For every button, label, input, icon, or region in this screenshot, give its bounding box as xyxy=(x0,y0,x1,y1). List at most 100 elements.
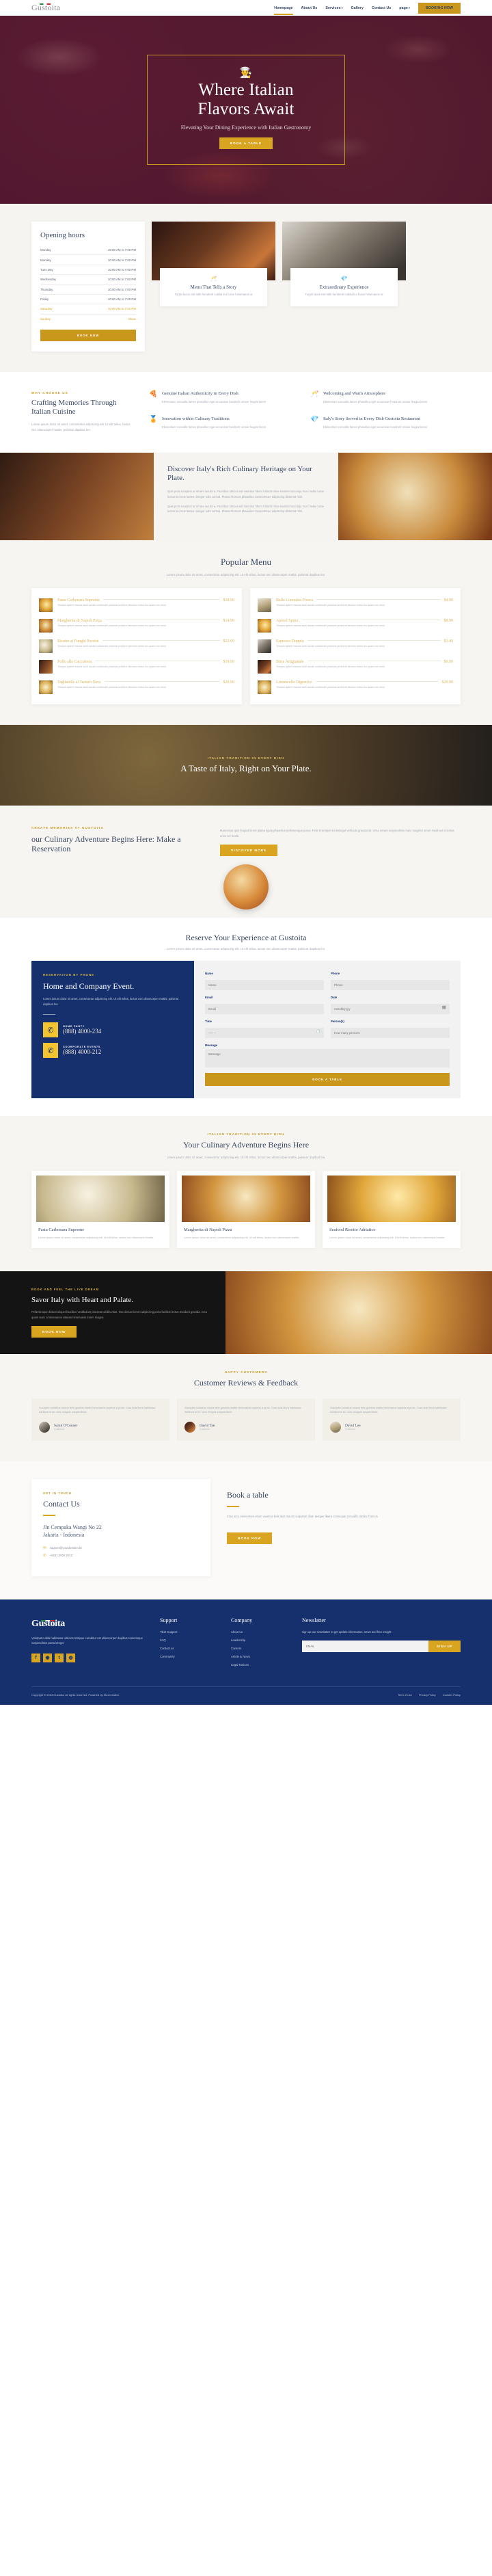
hours-row: Thursday 10:00 AM to 7:00 PM xyxy=(40,285,136,295)
menu-item[interactable]: Bella Limonata Fresca $4.99 Tempus aptent … xyxy=(258,595,453,615)
message-textarea[interactable] xyxy=(205,1049,450,1068)
menu-item[interactable]: Limoncello Digestivo $26.99 Tempus aptent … xyxy=(258,677,453,698)
contact-email-line[interactable]: ✉ support@yourdomain.tld xyxy=(43,1546,199,1550)
footer-link-cookies-policy[interactable]: Cookies Policy xyxy=(443,1693,461,1697)
nav-item-contact-us[interactable]: Contact Us xyxy=(372,6,391,10)
booking-now-button[interactable]: BOOKING NOW xyxy=(418,2,461,14)
contact-phone-line[interactable]: ✆ +6221.2002.2012 xyxy=(43,1554,199,1558)
footer-tagline: Volutpat cubila habitasse ultricies tris… xyxy=(31,1636,143,1645)
newsletter-text: sign up our newslatter to get update inf… xyxy=(302,1630,392,1634)
footer-link-community[interactable]: Community xyxy=(160,1655,217,1658)
footer-link-leadership[interactable]: Leadership xyxy=(231,1638,288,1642)
blog-card[interactable]: Seafood Risotto Adriatico Lorem ipsum do… xyxy=(323,1171,461,1249)
footer-link-about-us[interactable]: About us xyxy=(231,1630,288,1634)
why-choose-us-section: WHY CHOOSE US Crafting Memories Through … xyxy=(0,372,492,453)
footer-link-privacy-policy[interactable]: Privacy Policy xyxy=(419,1693,436,1697)
newsletter-email-input[interactable] xyxy=(302,1641,429,1653)
menu-item-desc: Tempus aptent mauris taciti iaculis soll… xyxy=(57,604,167,607)
blog-card[interactable]: Margherita di Napoli Pizza Lorem ipsum d… xyxy=(177,1171,315,1249)
date-input[interactable] xyxy=(331,1004,450,1015)
menu-item-price: $4.99 xyxy=(443,598,454,603)
phone-icon: ✆ xyxy=(43,1022,58,1038)
twitter-icon[interactable]: t xyxy=(55,1653,64,1662)
book-a-table-submit-button[interactable]: BOOK A TABLE xyxy=(205,1073,450,1087)
nav-item-homepage[interactable]: Homepage xyxy=(274,6,293,15)
menu-item[interactable]: Margherita di Napoli Pizza $14.99 Tempus a… xyxy=(39,615,234,636)
footer-link-term-of-use[interactable]: Term of use xyxy=(398,1693,412,1697)
menu-item-desc: Tempus aptent mauris taciti iaculis soll… xyxy=(276,645,385,648)
book-table-title: Book a table xyxy=(227,1490,269,1500)
review-text: Suscipito sollicitus ornare felis gravid… xyxy=(184,1405,301,1414)
footer-logo[interactable]: Gustoita xyxy=(31,1619,65,1630)
calendar-icon[interactable]: 🗓 xyxy=(442,1006,446,1010)
hours-row: Tues Day 10:00 AM to 7:00 PM xyxy=(40,265,136,276)
email-input[interactable] xyxy=(205,1004,324,1015)
cheers-glasses-icon: 🥂 xyxy=(310,390,319,398)
menu-item[interactable]: Birra Artigianale $6.99 Tempus aptent maur… xyxy=(258,656,453,677)
footer-link-article-news[interactable]: Article & News xyxy=(231,1655,288,1658)
discover-more-button[interactable]: DISCOVER MORE xyxy=(220,844,278,856)
book-table-text: Cras arcu elementum etiam vivamus felis … xyxy=(227,1514,378,1518)
instagram-icon[interactable]: ◉ xyxy=(43,1653,52,1662)
name-input[interactable] xyxy=(205,980,324,991)
menu-item-name: Bella Limonata Fresca xyxy=(276,598,314,603)
dark-book-now-button[interactable]: BOOK NOW xyxy=(31,1325,77,1338)
time-input[interactable] xyxy=(205,1028,324,1039)
contact-section: GET IN TOUCH Contact Us Jln Cempaka Wang… xyxy=(0,1461,492,1599)
field-message: Message xyxy=(205,1044,450,1071)
footer-support-column: Support Tiket Support FAQ Contact us Com… xyxy=(160,1617,217,1671)
logo[interactable]: Gustoita xyxy=(31,3,60,13)
menu-item[interactable]: Pollo alla Cacciatora $19.99 Tempus aptent… xyxy=(39,656,234,677)
hours-row: Sunday Close xyxy=(40,317,136,321)
reservation-form: Name Phone Email Date 🗓 xyxy=(194,961,461,1099)
phone-row-corporate-events[interactable]: ✆ COORPORATE EVENTS (888) 4000-212 xyxy=(43,1043,182,1059)
promo-text: Turpis lacus nisl nibh hendrerit cubilia… xyxy=(174,293,253,296)
nav-item-about-us[interactable]: About Us xyxy=(301,6,318,10)
nav-item-gallery[interactable]: Gallery xyxy=(351,6,364,10)
italian-flag-icon xyxy=(40,3,51,5)
menu-item-image xyxy=(39,639,53,654)
feature-text: Elementum convallis fames phasellus eget… xyxy=(323,399,428,403)
clock-icon[interactable]: 🕐 xyxy=(316,1030,320,1034)
reservation-intro-text: Maecenas quis feugiat lorem platea ligul… xyxy=(220,829,454,838)
blog-card-text: Lorem ipsum dolor sit amet, consectetur … xyxy=(329,1236,445,1240)
footer-link-legal-notices[interactable]: Legal Notices xyxy=(231,1663,288,1667)
feature-text: Elementum convallis fames phasellus eget… xyxy=(162,399,266,403)
blog-header: ITALIAN TRADITION IN EVERY DISH Your Cul… xyxy=(31,1132,461,1160)
hours-book-now-button[interactable]: BOOK NOW xyxy=(40,330,136,341)
label-email: Email xyxy=(205,996,213,1000)
persons-input[interactable] xyxy=(331,1028,450,1039)
footer-link-faq[interactable]: FAQ xyxy=(160,1638,217,1642)
contact-book-now-button[interactable]: BOOK NOW xyxy=(227,1532,273,1544)
menu-item[interactable]: Pasta Carbonara Supreme $18.99 Tempus apte… xyxy=(39,595,234,615)
reservation-intro-title: our Culinary Adventure Begins Here: Make… xyxy=(31,834,181,854)
menu-header: Popular Menu Lorem ipsum dolor sit amet,… xyxy=(0,557,492,577)
blog-card[interactable]: Pasta Carbonara Supreme Lorem ipsum dolo… xyxy=(31,1171,169,1249)
menu-item[interactable]: Aperol Spritz $8.99 Tempus aptent mauris t… xyxy=(258,615,453,636)
contact-email: support@yourdomain.tld xyxy=(49,1546,82,1550)
footer-link-careers[interactable]: Careers xyxy=(231,1647,288,1650)
menu-item[interactable]: Espresso Doppio $3.49 Tempus aptent mauris… xyxy=(258,636,453,656)
opening-hours-title: Opening hours xyxy=(40,231,85,239)
footer-link-contact-us[interactable]: Contact us xyxy=(160,1647,217,1650)
blog-card-text: Lorem ipsum dolor sit amet, consectetur … xyxy=(38,1236,154,1240)
dribbble-icon[interactable]: ◍ xyxy=(66,1653,75,1662)
hero-frame: 👨‍🍳 Where Italian Flavors Await Elevatin… xyxy=(147,54,345,165)
nav-item-page[interactable]: page▾ xyxy=(399,6,410,10)
blog-card-text: Lorem ipsum dolor sit amet, consectetur … xyxy=(184,1236,299,1240)
newsletter-signup-button[interactable]: SIGN UP xyxy=(428,1641,461,1653)
menu-item[interactable]: Risotto ai Funghi Porcini $22.99 Tempus ap… xyxy=(39,636,234,656)
menu-item-desc: Tempus aptent mauris taciti iaculis soll… xyxy=(57,665,167,669)
nav-item-services[interactable]: Services▾ xyxy=(325,6,342,10)
phone-input[interactable] xyxy=(331,980,450,991)
hero-book-table-button[interactable]: BOOK A TABLE xyxy=(219,137,273,150)
phone-row-home-party[interactable]: ✆ HOME PARTY (888) 4000-234 xyxy=(43,1022,182,1038)
menu-item-image xyxy=(258,598,271,613)
menu-subtitle: Lorem ipsum dolor sit amet, consectetur … xyxy=(166,572,326,576)
footer-link-ticket-support[interactable]: Tiket Support xyxy=(160,1630,217,1634)
blog-title: Your Culinary Adventure Begins Here xyxy=(182,1140,310,1150)
reservation-phone-panel: RESERVATION BY PHONE Home and Company Ev… xyxy=(31,961,194,1099)
facebook-icon[interactable]: f xyxy=(31,1653,40,1662)
menu-item-name: Pasta Carbonara Supreme xyxy=(57,598,100,603)
menu-item[interactable]: Tagliatelle al Tartufo Nero $26.99 Tempus … xyxy=(39,677,234,698)
